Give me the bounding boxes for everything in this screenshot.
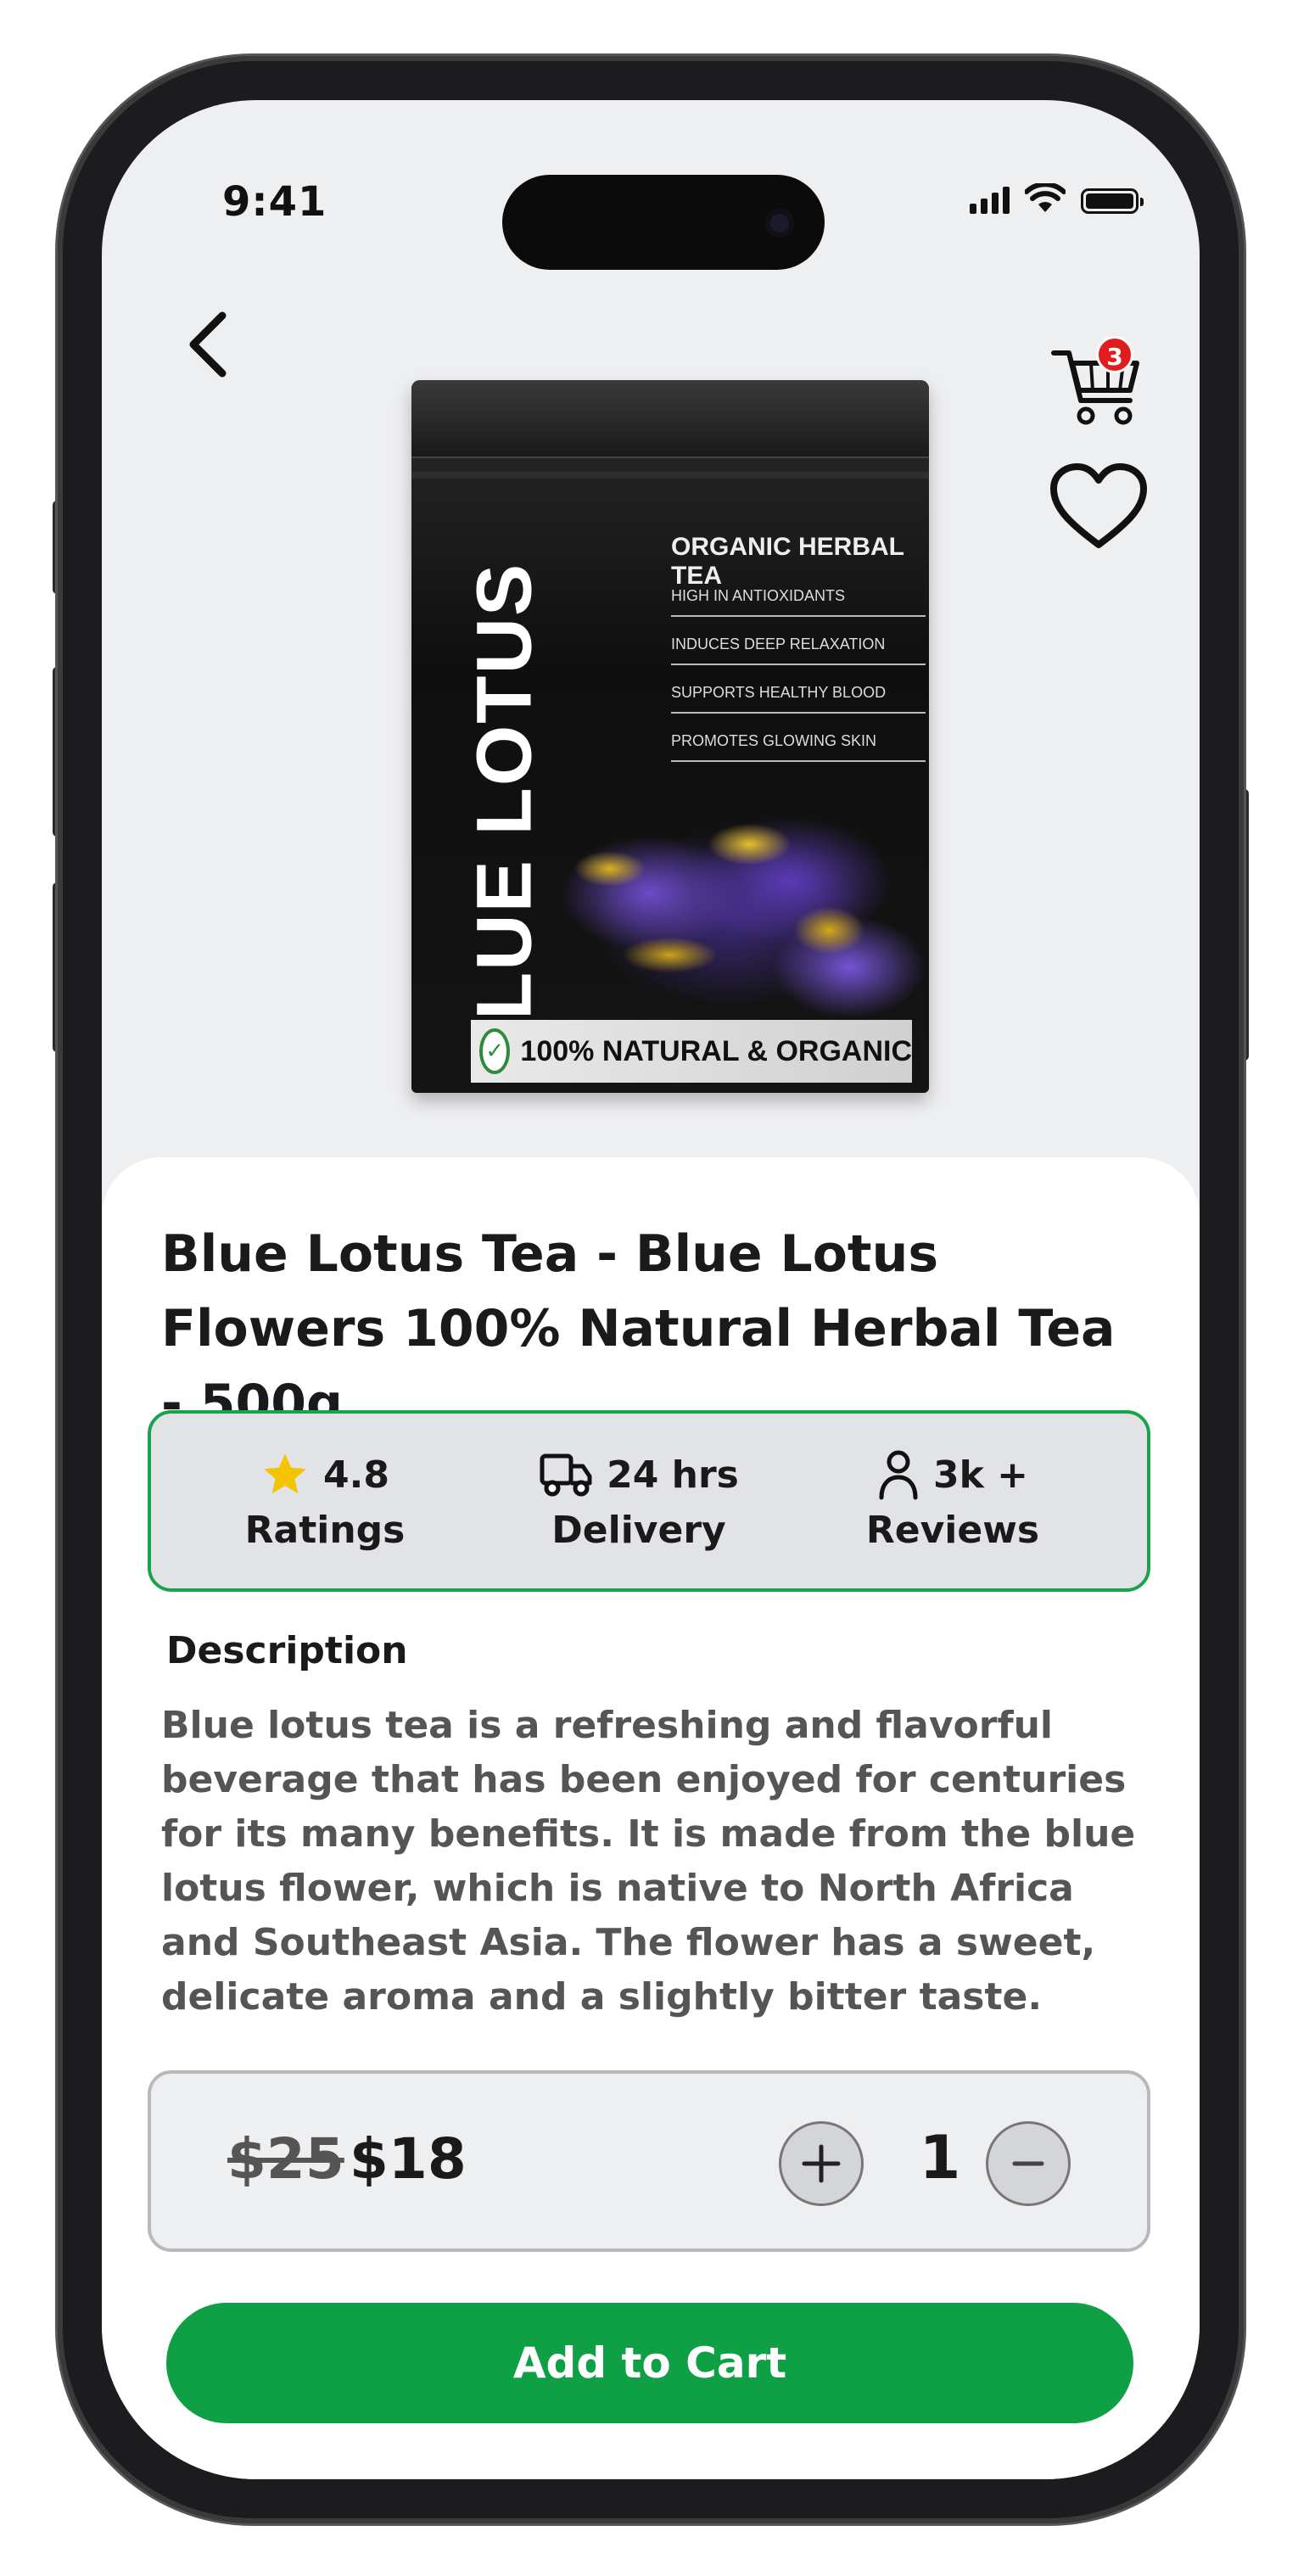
camera-icon <box>765 209 794 238</box>
cart-count-badge: 3 <box>1096 336 1133 373</box>
truck-icon <box>540 1453 592 1497</box>
status-time: 9:41 <box>222 178 327 226</box>
delivery-label: Delivery <box>551 1509 726 1552</box>
stat-reviews: 3k + Reviews <box>813 1448 1093 1552</box>
app-screen: 9:41 3 BLUE LOTUS ORGANIC HERBAL TEA HIG… <box>102 100 1200 2479</box>
plus-icon <box>802 2144 841 2183</box>
quantity-value: 1 <box>919 2123 961 2192</box>
cellular-signal-icon <box>970 185 1010 214</box>
favorite-button[interactable] <box>1043 456 1154 558</box>
dynamic-island <box>502 175 825 270</box>
package-benefit: SUPPORTS HEALTHY BLOOD <box>671 677 926 714</box>
product-image: BLUE LOTUS ORGANIC HERBAL TEA HIGH IN AN… <box>403 346 946 1101</box>
add-to-cart-button[interactable]: Add to Cart <box>166 2303 1133 2423</box>
minus-icon <box>1012 2161 1044 2166</box>
rating-value: 4.8 <box>323 1453 389 1497</box>
star-icon <box>264 1453 306 1494</box>
phone-frame: 9:41 3 BLUE LOTUS ORGANIC HERBAL TEA HIG… <box>58 56 1244 2523</box>
back-button[interactable] <box>170 297 246 390</box>
description-text: Blue lotus tea is a refreshing and flavo… <box>161 1704 1136 2019</box>
lotus-flowers-artwork <box>530 770 929 1016</box>
product-title: Blue Lotus Tea - Blue Lotus Flowers 100%… <box>161 1224 1116 1433</box>
reviews-value: 3k + <box>932 1453 1029 1497</box>
description-heading: Description <box>166 1629 408 1672</box>
battery-icon <box>1081 188 1144 214</box>
package-footer: ✓ 100% NATURAL & ORGANIC <box>471 1020 912 1083</box>
increase-quantity-button[interactable] <box>779 2121 864 2206</box>
stat-delivery: 24 hrs Delivery <box>499 1448 779 1552</box>
tea-bag-package: BLUE LOTUS ORGANIC HERBAL TEA HIGH IN AN… <box>411 380 929 1093</box>
reviews-label: Reviews <box>865 1509 1040 1552</box>
package-footer-text: 100% NATURAL & ORGANIC <box>520 1034 912 1067</box>
product-details-sheet: Blue Lotus Tea - Blue Lotus Flowers 100%… <box>102 1157 1200 2479</box>
organic-seal-icon: ✓ <box>479 1028 511 1074</box>
price-quantity-panel: $25 $18 1 <box>148 2070 1150 2252</box>
package-benefits: HIGH IN ANTIOXIDANTS INDUCES DEEP RELAXA… <box>671 580 926 774</box>
product-stats: 4.8 Ratings 24 hrs Delivery 3k + Reviews <box>148 1410 1150 1592</box>
package-benefit: INDUCES DEEP RELAXATION <box>671 629 926 665</box>
rating-label: Ratings <box>244 1509 406 1552</box>
package-benefit: PROMOTES GLOWING SKIN <box>671 725 926 762</box>
heart-icon <box>1050 463 1147 548</box>
decrease-quantity-button[interactable] <box>986 2121 1071 2206</box>
user-icon <box>879 1450 918 1500</box>
package-benefit: HIGH IN ANTIOXIDANTS <box>671 580 926 617</box>
original-price: $25 <box>227 2126 344 2192</box>
sale-price: $18 <box>350 2126 467 2192</box>
status-icons <box>970 183 1144 214</box>
stat-rating: 4.8 Ratings <box>185 1448 465 1553</box>
delivery-value: 24 hrs <box>607 1453 739 1497</box>
cart-button[interactable]: 3 <box>1049 329 1167 431</box>
chevron-left-icon <box>189 311 227 378</box>
wifi-icon <box>1025 183 1066 212</box>
